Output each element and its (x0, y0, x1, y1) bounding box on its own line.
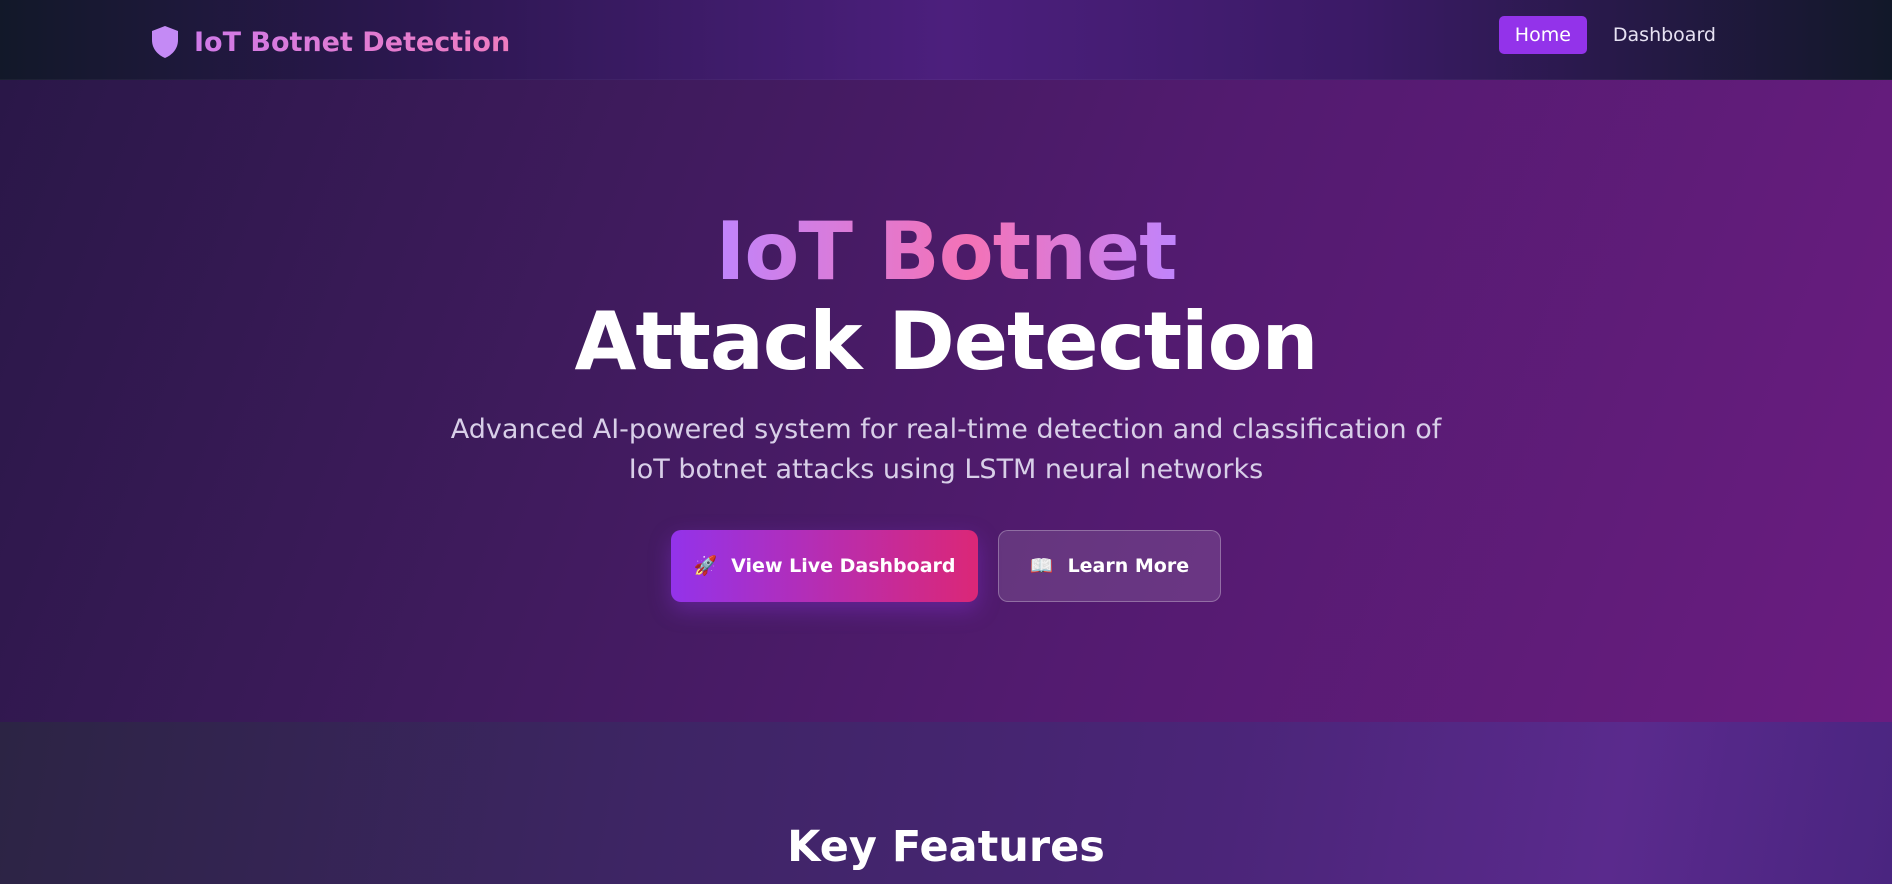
top-navbar: IoT Botnet Detection Home Dashboard (0, 0, 1892, 80)
rocket-icon: 🚀 (693, 554, 718, 577)
brand-title: IoT Botnet Detection (194, 26, 511, 58)
features-title: Key Features (787, 822, 1105, 872)
nav-links: Home Dashboard (1498, 16, 1732, 54)
learn-more-button[interactable]: 📖 Learn More (998, 530, 1221, 602)
hero-title-line2: Attack Detection (574, 295, 1318, 388)
view-live-dashboard-button[interactable]: 🚀 View Live Dashboard (671, 530, 978, 602)
hero-subtitle: Advanced AI-powered system for real-time… (450, 414, 1442, 485)
hero-section: IoT Botnet Attack Detection Advanced AI-… (0, 80, 1892, 722)
features-section: Key Features (0, 722, 1892, 884)
brand[interactable]: IoT Botnet Detection (150, 24, 510, 60)
nav-link-dashboard[interactable]: Dashboard (1597, 16, 1732, 54)
learn-more-label: Learn More (1067, 555, 1190, 577)
hero-title-gradient: IoT Botnet (0, 205, 1892, 299)
shield-icon (152, 26, 178, 58)
view-live-dashboard-label: View Live Dashboard (731, 555, 956, 577)
book-icon: 📖 (1029, 554, 1054, 577)
nav-link-home[interactable]: Home (1498, 16, 1587, 54)
hero-actions: 🚀 View Live Dashboard 📖 Learn More (0, 530, 1892, 602)
hero-title-line1: IoT Botnet (715, 205, 1178, 298)
